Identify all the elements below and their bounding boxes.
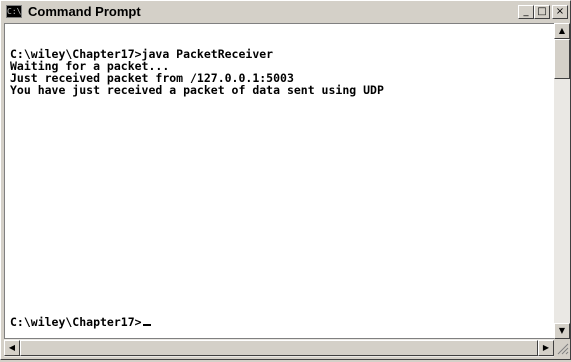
title-bar[interactable]: C:\ Command Prompt _ □ × [3,3,568,21]
command-prompt-window: C:\ Command Prompt _ □ × C:\wiley\Chapte… [0,0,571,360]
text-cursor [142,324,151,326]
maximize-button[interactable]: □ [534,5,550,19]
console-line: You have just received a packet of data … [10,83,384,97]
console-output[interactable]: C:\wiley\Chapter17>java PacketReceiver W… [4,23,554,339]
horizontal-scroll-thumb[interactable] [20,340,538,356]
minimize-button[interactable]: _ [518,5,534,19]
close-button[interactable]: × [552,5,568,19]
horizontal-scrollbar[interactable]: ◀ ▶ [4,339,554,357]
vertical-scrollbar[interactable]: ▲ ▼ [554,23,570,339]
scroll-left-button[interactable]: ◀ [4,340,20,356]
scroll-down-button[interactable]: ▼ [554,323,570,339]
resize-grip[interactable] [554,339,570,357]
vertical-scroll-thumb[interactable] [554,39,570,79]
scroll-up-button[interactable]: ▲ [554,23,570,39]
cmd-icon[interactable]: C:\ [6,5,22,18]
window-title: Command Prompt [28,4,141,19]
prompt-line: C:\wiley\Chapter17> [10,316,151,329]
prompt-text: C:\wiley\Chapter17> [10,315,142,329]
resize-grip-icon [557,343,569,355]
scroll-right-button[interactable]: ▶ [538,340,554,356]
